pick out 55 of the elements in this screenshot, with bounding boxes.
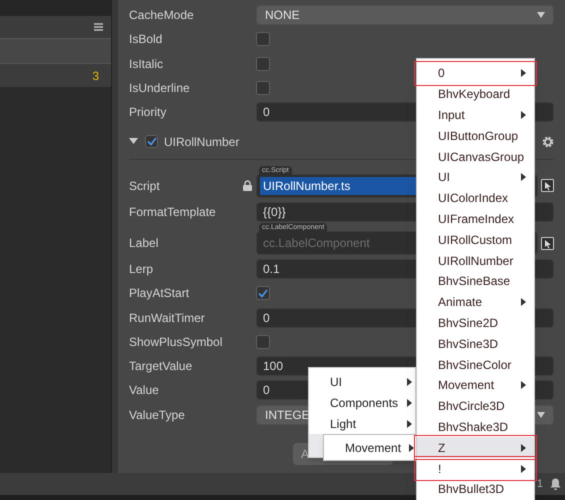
select-value: INTEGE bbox=[265, 406, 310, 424]
lock-icon bbox=[243, 180, 252, 192]
menu-item[interactable]: BhvSineColor bbox=[417, 354, 534, 375]
menu-item[interactable]: BhvKeyboard bbox=[417, 84, 534, 105]
property-label: RunWaitTimer bbox=[129, 310, 206, 327]
dropdown-caret-icon bbox=[537, 412, 545, 418]
menu-item[interactable]: ! bbox=[417, 458, 534, 479]
property-label: TargetValue bbox=[129, 358, 194, 376]
property-label: Script bbox=[129, 178, 160, 195]
checkbox[interactable] bbox=[145, 135, 158, 148]
property-label: PlayAtStart bbox=[129, 285, 190, 302]
property-label: Value bbox=[129, 382, 160, 400]
property-label: ShowPlusSymbol bbox=[129, 334, 224, 351]
property-label: IsBold bbox=[129, 31, 164, 48]
component-title: UIRollNumber bbox=[164, 134, 240, 151]
menu-item[interactable]: UIButtonGroup bbox=[417, 125, 534, 146]
property-label: Lerp bbox=[129, 260, 154, 278]
picker-icon[interactable] bbox=[541, 236, 554, 250]
property-label: IsItalic bbox=[129, 56, 164, 73]
menu-item[interactable]: Light bbox=[309, 414, 415, 434]
dropdown-caret-icon bbox=[537, 12, 545, 18]
menu-item[interactable]: BhvShake3D bbox=[417, 416, 534, 438]
menu-item[interactable]: 0 bbox=[417, 63, 534, 84]
property-label: IsUnderline bbox=[129, 80, 191, 98]
checkbox[interactable] bbox=[256, 334, 270, 349]
property-label: CacheMode bbox=[129, 7, 195, 24]
menu-item[interactable]: BhvCircle3D bbox=[417, 396, 534, 417]
notification-count: 1 bbox=[536, 476, 543, 492]
settings-icon[interactable] bbox=[542, 136, 554, 148]
menu-item[interactable]: UICanvasGroup bbox=[417, 146, 534, 167]
select-field[interactable]: NONE bbox=[256, 5, 554, 26]
menu-item[interactable]: Components bbox=[309, 392, 415, 414]
property-label: ValueType bbox=[129, 406, 186, 424]
count-label: 3 bbox=[92, 68, 99, 84]
menu-item[interactable]: BhvBullet3D bbox=[417, 478, 534, 500]
bell-icon[interactable] bbox=[550, 478, 561, 490]
property-label: Priority bbox=[129, 104, 168, 122]
expand-triangle-icon[interactable] bbox=[129, 138, 138, 146]
menu-item[interactable]: Movement bbox=[417, 374, 534, 396]
property-label: Label bbox=[129, 235, 160, 252]
picker-icon[interactable] bbox=[541, 179, 554, 192]
property-label: FormatTemplate bbox=[129, 204, 217, 221]
selection-highlight bbox=[309, 434, 323, 458]
menu-item[interactable]: UI bbox=[309, 372, 415, 393]
checkbox[interactable] bbox=[256, 286, 270, 300]
menu-item[interactable]: Z bbox=[417, 437, 534, 458]
checkbox[interactable] bbox=[256, 56, 270, 71]
select-value: NONE bbox=[265, 7, 300, 24]
checkbox[interactable] bbox=[256, 32, 270, 46]
menu-icon[interactable] bbox=[94, 23, 103, 31]
menu-item[interactable]: Input bbox=[417, 104, 534, 126]
menu-item[interactable]: UIRollCustom bbox=[417, 229, 534, 250]
asset-placeholder: cc.LabelComponent bbox=[262, 235, 371, 252]
checkbox[interactable] bbox=[256, 81, 270, 96]
menu-item[interactable]: BhvSine3D bbox=[417, 333, 534, 354]
